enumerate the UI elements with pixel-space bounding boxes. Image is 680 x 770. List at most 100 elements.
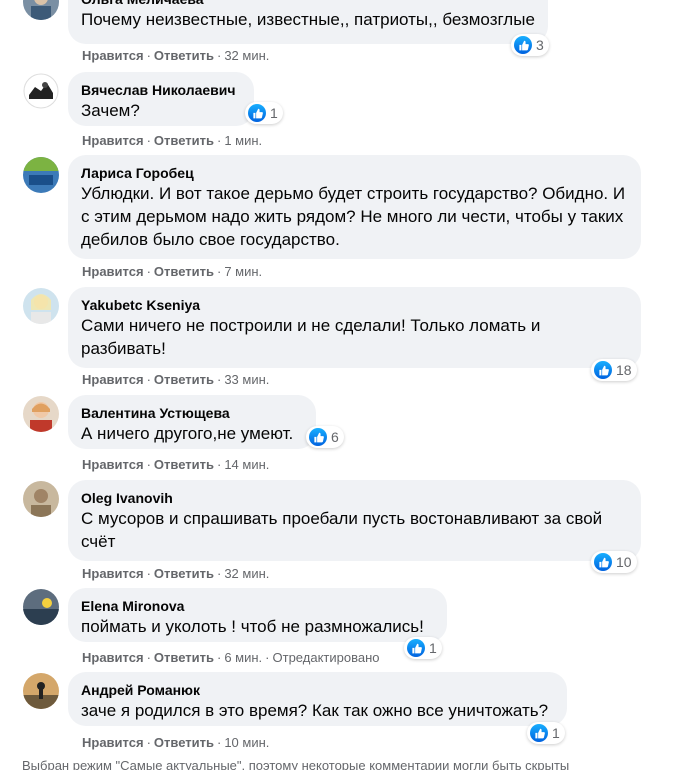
like-button[interactable]: Нравится <box>82 457 144 472</box>
comment-timestamp[interactable]: 14 мин. <box>224 457 269 472</box>
reaction-count[interactable]: 1 <box>404 637 442 659</box>
reaction-count-value: 1 <box>552 725 560 741</box>
like-icon <box>594 553 612 571</box>
reaction-count[interactable]: 1 <box>527 722 565 744</box>
reply-button[interactable]: Ответить <box>154 735 214 750</box>
edited-label: Отредактировано <box>272 650 380 665</box>
separator: · <box>216 457 222 472</box>
reaction-count-value: 18 <box>616 362 632 378</box>
reaction-count-value: 1 <box>429 640 437 656</box>
user-avatar-icon[interactable] <box>23 73 59 109</box>
reply-button[interactable]: Ответить <box>154 650 214 665</box>
reaction-count-value: 1 <box>270 105 278 121</box>
like-icon <box>530 724 548 742</box>
like-button[interactable]: Нравится <box>82 566 144 581</box>
reply-button[interactable]: Ответить <box>154 372 214 387</box>
separator: · <box>216 264 222 279</box>
reply-button[interactable]: Ответить <box>154 566 214 581</box>
comment-text: Зачем? <box>81 101 140 120</box>
comment-text: Почему неизвестные, известные,, патриоты… <box>81 10 535 29</box>
comment-bubble: Андрей Романюк заче я родился в это врем… <box>68 672 567 726</box>
comment-actions: Нравится · Ответить · 33 мин. <box>82 372 269 388</box>
reaction-count[interactable]: 1 <box>245 102 283 124</box>
reaction-count[interactable]: 6 <box>306 426 344 448</box>
separator: · <box>265 650 270 665</box>
user-avatar-icon[interactable] <box>23 396 59 432</box>
comment-author[interactable]: Yakubetc Kseniya <box>81 296 628 314</box>
separator: · <box>216 650 222 665</box>
comment-bubble: Yakubetc Kseniya Сами ничего не построил… <box>68 287 641 368</box>
reply-button[interactable]: Ответить <box>154 48 214 63</box>
comment-author[interactable]: Андрей Романюк <box>81 681 554 699</box>
comment-author[interactable]: Вячеслав Николаевич <box>81 81 241 99</box>
separator: · <box>146 133 151 148</box>
comment-text: Ублюдки. И вот такое дерьмо будет строит… <box>81 184 626 249</box>
reply-button[interactable]: Ответить <box>154 457 214 472</box>
reaction-count-value: 10 <box>616 554 632 570</box>
comment-text: поймать и уколоть ! чтоб не размножались… <box>81 617 424 636</box>
user-avatar-icon[interactable] <box>23 589 59 625</box>
like-button[interactable]: Нравится <box>82 264 144 279</box>
comment-timestamp[interactable]: 10 мин. <box>224 735 269 750</box>
like-icon <box>309 428 327 446</box>
separator: · <box>146 457 151 472</box>
like-button[interactable]: Нравится <box>82 735 144 750</box>
like-button[interactable]: Нравится <box>82 48 144 63</box>
reaction-count[interactable]: 18 <box>591 359 637 381</box>
reaction-count-value: 6 <box>331 429 339 445</box>
like-icon <box>514 36 532 54</box>
comment-actions: Нравится · Ответить · 10 мин. <box>82 735 269 751</box>
reaction-count[interactable]: 10 <box>591 551 637 573</box>
comment-actions: Нравится · Ответить · 1 мин. <box>82 133 262 149</box>
user-avatar-icon[interactable] <box>23 481 59 517</box>
comment-timestamp[interactable]: 1 мин. <box>224 133 262 148</box>
comment-actions: Нравится · Ответить · 7 мин. <box>82 264 262 280</box>
separator: · <box>146 566 151 581</box>
comment-author[interactable]: Elena Mironova <box>81 597 434 615</box>
like-icon <box>594 361 612 379</box>
comment-timestamp[interactable]: 32 мин. <box>224 48 269 63</box>
separator: · <box>146 264 151 279</box>
separator: · <box>216 48 222 63</box>
comment-actions: Нравится · Ответить · 14 мин. <box>82 457 269 473</box>
user-avatar-icon[interactable] <box>23 157 59 193</box>
comment-timestamp[interactable]: 33 мин. <box>224 372 269 387</box>
comment-text: заче я родился в это время? Как так ожно… <box>81 701 549 720</box>
separator: · <box>216 372 222 387</box>
comment-bubble: Лариса Горобец Ублюдки. И вот такое дерь… <box>68 155 641 259</box>
separator: · <box>146 650 151 665</box>
comment-author[interactable]: Ольга Меличаева <box>81 0 535 8</box>
comment-author[interactable]: Валентина Устющева <box>81 404 303 422</box>
separator: · <box>216 566 222 581</box>
separator: · <box>216 133 222 148</box>
comment-text: Сами ничего не построили и не сделали! Т… <box>81 316 541 358</box>
like-button[interactable]: Нравится <box>82 133 144 148</box>
like-button[interactable]: Нравится <box>82 650 144 665</box>
comment-actions: Нравится · Ответить · 32 мин. <box>82 48 269 64</box>
comment-actions: Нравится · Ответить · 32 мин. <box>82 566 269 582</box>
comment-timestamp[interactable]: 7 мин. <box>224 264 262 279</box>
comment-bubble: Oleg Ivanovih С мусоров и спрашивать про… <box>68 480 641 561</box>
comment-timestamp[interactable]: 6 мин. <box>224 650 262 665</box>
comment-bubble: Ольга Меличаева Почему неизвестные, изве… <box>68 0 548 44</box>
separator: · <box>146 372 151 387</box>
like-button[interactable]: Нравится <box>82 372 144 387</box>
reply-button[interactable]: Ответить <box>154 264 214 279</box>
reaction-count-value: 3 <box>536 37 544 53</box>
comment-actions: Нравится · Ответить · 6 мин. · Отредактировано <box>82 650 379 666</box>
comment-author[interactable]: Лариса Горобец <box>81 164 628 182</box>
comment-text: А ничего другого,не умеют. <box>81 424 294 443</box>
separator: · <box>146 735 151 750</box>
comment-bubble: Валентина Устющева А ничего другого,не у… <box>68 395 316 449</box>
user-avatar-icon[interactable] <box>23 673 59 709</box>
user-avatar-icon[interactable] <box>23 0 59 20</box>
comment-timestamp[interactable]: 32 мин. <box>224 566 269 581</box>
like-icon <box>248 104 266 122</box>
comment-author[interactable]: Oleg Ivanovih <box>81 489 628 507</box>
user-avatar-icon[interactable] <box>23 288 59 324</box>
reaction-count[interactable]: 3 <box>511 34 549 56</box>
like-icon <box>407 639 425 657</box>
sort-mode-note: Выбран режим "Самые актуальные", поэтому… <box>22 758 570 770</box>
reply-button[interactable]: Ответить <box>154 133 214 148</box>
separator: · <box>216 735 222 750</box>
